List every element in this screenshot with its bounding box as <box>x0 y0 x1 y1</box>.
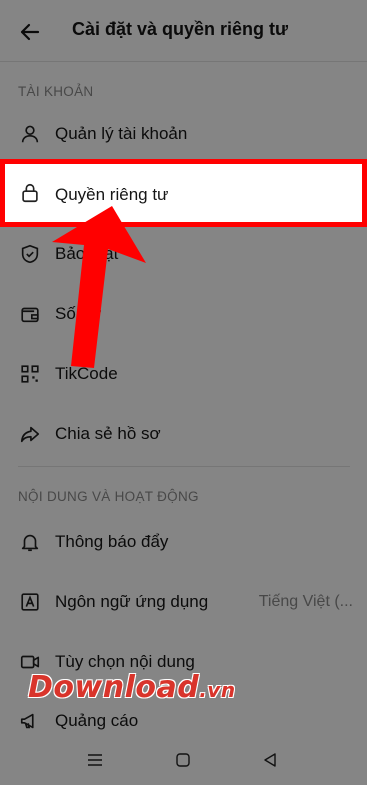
home-square-icon[interactable] <box>171 748 195 772</box>
arrow-left-icon <box>20 23 40 41</box>
qr-code-icon <box>18 362 42 386</box>
menu-item-label: Quảng cáo <box>55 711 139 730</box>
section-divider <box>18 466 350 467</box>
menu-item-label: TikCode <box>55 364 118 383</box>
menu-item-label: Tùy chọn nội dung <box>55 652 195 671</box>
back-button[interactable] <box>12 14 48 50</box>
lock-icon <box>18 181 42 205</box>
menu-item-label: Chia sẻ hồ sơ <box>55 424 161 443</box>
wallet-icon <box>18 302 42 326</box>
share-icon <box>18 422 42 446</box>
person-icon <box>18 122 42 146</box>
section-label-content: NỘI DUNG VÀ HOẠT ĐỘNG <box>18 489 199 504</box>
settings-screen: Cài đặt và quyền riêng tư TÀI KHOẢN Quản… <box>0 0 367 785</box>
menu-item-label: Quản lý tài khoản <box>55 124 188 143</box>
menu-item-label: Ngôn ngữ ứng dụng <box>55 592 209 611</box>
megaphone-icon <box>18 709 42 733</box>
shield-check-icon <box>18 242 42 266</box>
menu-icon[interactable] <box>83 748 107 772</box>
menu-item-share-profile[interactable]: Chia sẻ hồ sơ <box>0 405 367 463</box>
watermark-tld: .vn <box>199 678 236 702</box>
highlighted-privacy-item[interactable]: Quyền riêng tư <box>0 159 367 227</box>
system-nav-bar <box>0 735 367 785</box>
menu-item-label: Thông báo đẩy <box>55 532 169 551</box>
menu-item-security[interactable]: Bảo mật <box>0 225 367 283</box>
menu-item-app-language[interactable]: Ngôn ngữ ứng dụng Tiếng Việt (... <box>0 573 367 631</box>
highlighted-item-label: Quyền riêng tư <box>55 185 169 204</box>
section-label-account: TÀI KHOẢN <box>18 84 94 99</box>
page-title: Cài đặt và quyền riêng tư <box>72 19 289 39</box>
bell-icon <box>18 530 42 554</box>
menu-item-push-notifications[interactable]: Thông báo đẩy <box>0 513 367 571</box>
header-divider <box>0 61 367 62</box>
language-value: Tiếng Việt (... <box>258 593 353 610</box>
menu-item-balance[interactable]: Số dư <box>0 285 367 343</box>
menu-item-label: Bảo mật <box>55 244 119 263</box>
menu-item-manage-account[interactable]: Quản lý tài khoản <box>0 105 367 163</box>
menu-item-label: Số dư <box>55 304 102 323</box>
header: Cài đặt và quyền riêng tư <box>0 0 367 62</box>
menu-item-tikcode[interactable]: TikCode <box>0 345 367 403</box>
language-icon <box>18 590 42 614</box>
watermark-logo: Download.vn <box>28 670 236 705</box>
back-triangle-icon[interactable] <box>258 748 282 772</box>
watermark-text: Download <box>28 670 200 705</box>
